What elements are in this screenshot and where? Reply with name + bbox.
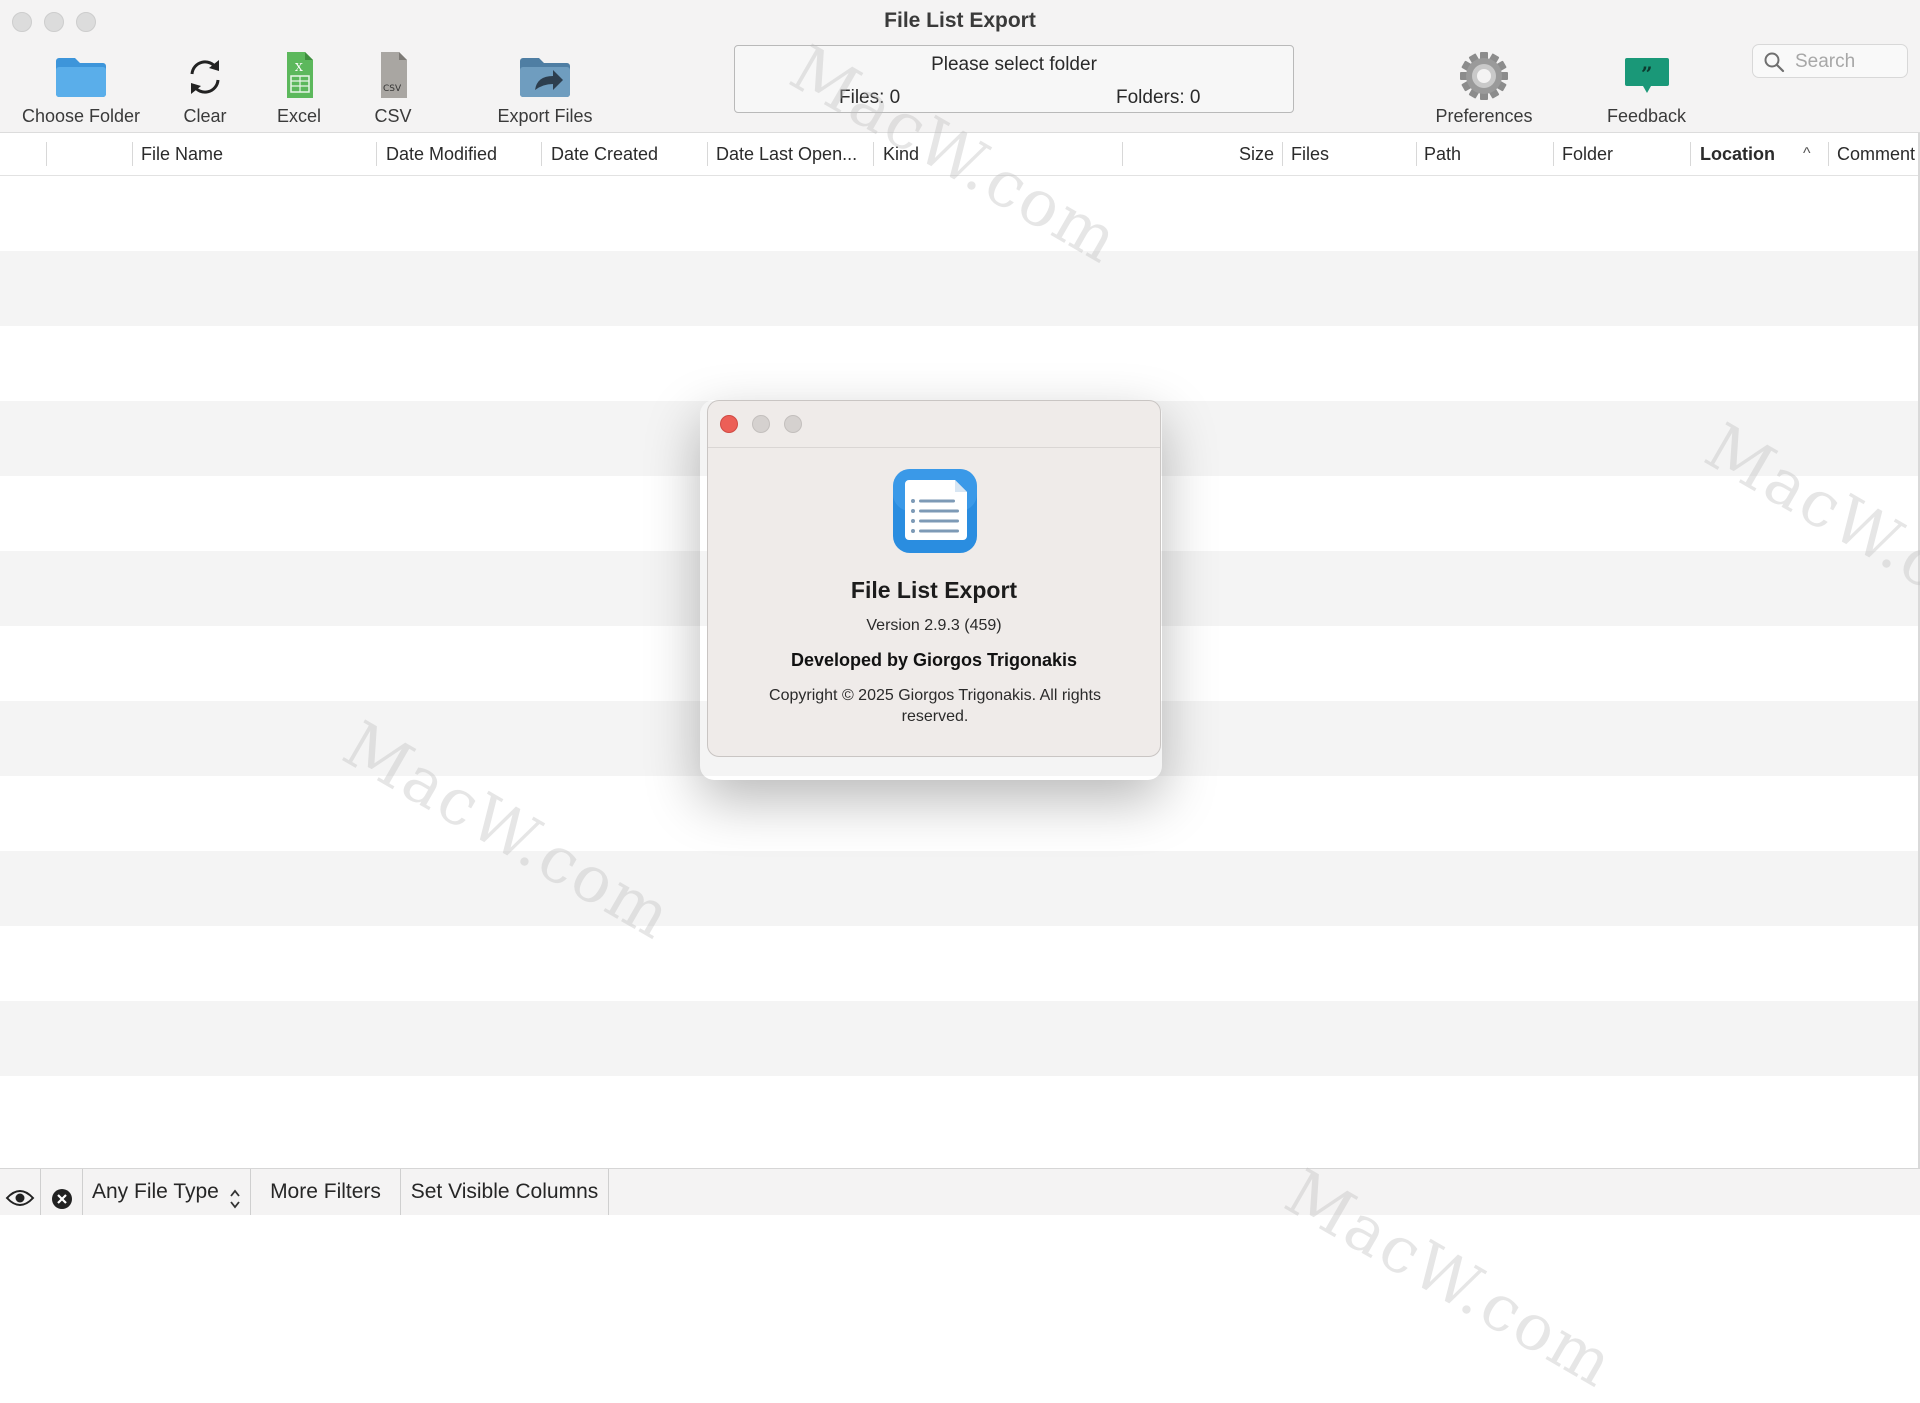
close-circle-icon [51,1181,73,1227]
column-header-location[interactable]: Location [1700,133,1800,175]
status-panel: Please select folder Files: 0 Folders: 0 [734,45,1294,113]
app-icon [892,468,978,554]
table-row[interactable] [0,176,1918,251]
clear-button[interactable]: Clear [165,50,245,127]
about-version: Version 2.9.3 (459) [866,617,1002,634]
set-visible-columns-button[interactable]: Set Visible Columns [401,1169,609,1215]
table-row[interactable] [0,251,1918,326]
preferences-button[interactable]: Preferences [1428,50,1540,127]
column-header-files[interactable]: Files [1291,133,1411,175]
search-field[interactable] [1752,44,1908,78]
gear-icon [1454,50,1514,102]
clear-filters-button[interactable] [41,1169,83,1215]
column-header-kind[interactable]: Kind [883,133,1003,175]
about-app-name: File List Export [850,577,1018,603]
column-divider [132,142,133,166]
column-divider [873,142,874,166]
folders-count: Folders: 0 [1116,87,1201,108]
about-titlebar [708,401,1160,448]
export-files-label: Export Files [497,106,593,126]
about-close-button[interactable] [720,415,738,433]
column-divider [1828,142,1829,166]
about-minimize-button [752,415,770,433]
column-header-path[interactable]: Path [1424,133,1544,175]
excel-label: Excel [276,106,321,126]
column-header-date-last-opened[interactable]: Date Last Open... [716,133,868,175]
csv-icon-text: CSV [383,84,402,94]
file-type-value: Any File Type [92,1180,219,1203]
column-divider [1690,142,1691,166]
file-type-select[interactable]: Any File Type [83,1169,251,1215]
clear-label: Clear [183,106,227,126]
table-row[interactable] [0,776,1918,851]
table-row[interactable] [0,926,1918,1001]
choose-folder-button[interactable]: Choose Folder [16,50,146,127]
csv-label: CSV [374,106,412,126]
column-header-date-modified[interactable]: Date Modified [386,133,536,175]
visibility-toggle-button[interactable] [0,1169,41,1215]
status-message: Please select folder [931,54,1097,75]
column-header-date-created[interactable]: Date Created [551,133,701,175]
feedback-label: Feedback [1606,106,1687,126]
files-count: Files: 0 [839,87,901,108]
column-divider [707,142,708,166]
column-divider [1416,142,1417,166]
column-divider [541,142,542,166]
magnifier-icon [1763,51,1785,73]
column-header-file-name[interactable]: File Name [141,133,371,175]
preferences-label: Preferences [1435,106,1533,126]
folder-share-icon [515,50,575,102]
column-divider [1282,142,1283,166]
sort-ascending-icon: ^ [1803,145,1811,162]
table-row[interactable] [0,851,1918,926]
table-row[interactable] [0,326,1918,401]
csv-file-icon: CSV [363,50,423,102]
choose-folder-label: Choose Folder [21,106,141,126]
eye-icon [5,1180,35,1226]
column-divider [46,142,47,166]
toolbar: File List Export Choose Folder Clear X E… [0,0,1920,133]
column-divider [1122,142,1123,166]
csv-export-button[interactable]: CSV CSV [356,50,430,127]
about-zoom-button [784,415,802,433]
column-header-size[interactable]: Size [1130,133,1274,175]
window-title: File List Export [884,9,1036,32]
column-divider [1553,142,1554,166]
column-header-folder[interactable]: Folder [1562,133,1682,175]
about-dialog: File List Export Version 2.9.3 (459) Dev… [707,400,1161,757]
feedback-button[interactable]: ” Feedback [1598,50,1695,127]
table-header: File Name Date Modified Date Created Dat… [0,133,1920,176]
refresh-icon [175,50,235,102]
search-input[interactable] [1793,49,1905,75]
set-visible-columns-label: Set Visible Columns [410,1180,599,1203]
feedback-icon-text: ” [1641,62,1653,86]
table-row[interactable] [0,1076,1918,1151]
speech-bubble-icon: ” [1617,50,1677,102]
folder-icon [51,50,111,102]
column-divider [376,142,377,166]
about-copyright: Copyright © 2025 Giorgos Trigonakis. All… [769,687,1101,725]
chevron-up-down-icon [229,1181,241,1227]
excel-file-icon: X [269,50,329,102]
excel-icon-text: X [295,61,303,74]
more-filters-label: More Filters [270,1180,381,1203]
about-developer: Developed by Giorgos Trigonakis [790,650,1078,670]
excel-export-button[interactable]: X Excel [262,50,336,127]
filter-bar: Any File Type More Filters Set Visible C… [0,1168,1920,1215]
more-filters-button[interactable]: More Filters [251,1169,401,1215]
table-row[interactable] [0,1001,1918,1076]
export-files-button[interactable]: Export Files [485,50,605,127]
column-header-comment[interactable]: Comment [1837,133,1917,175]
